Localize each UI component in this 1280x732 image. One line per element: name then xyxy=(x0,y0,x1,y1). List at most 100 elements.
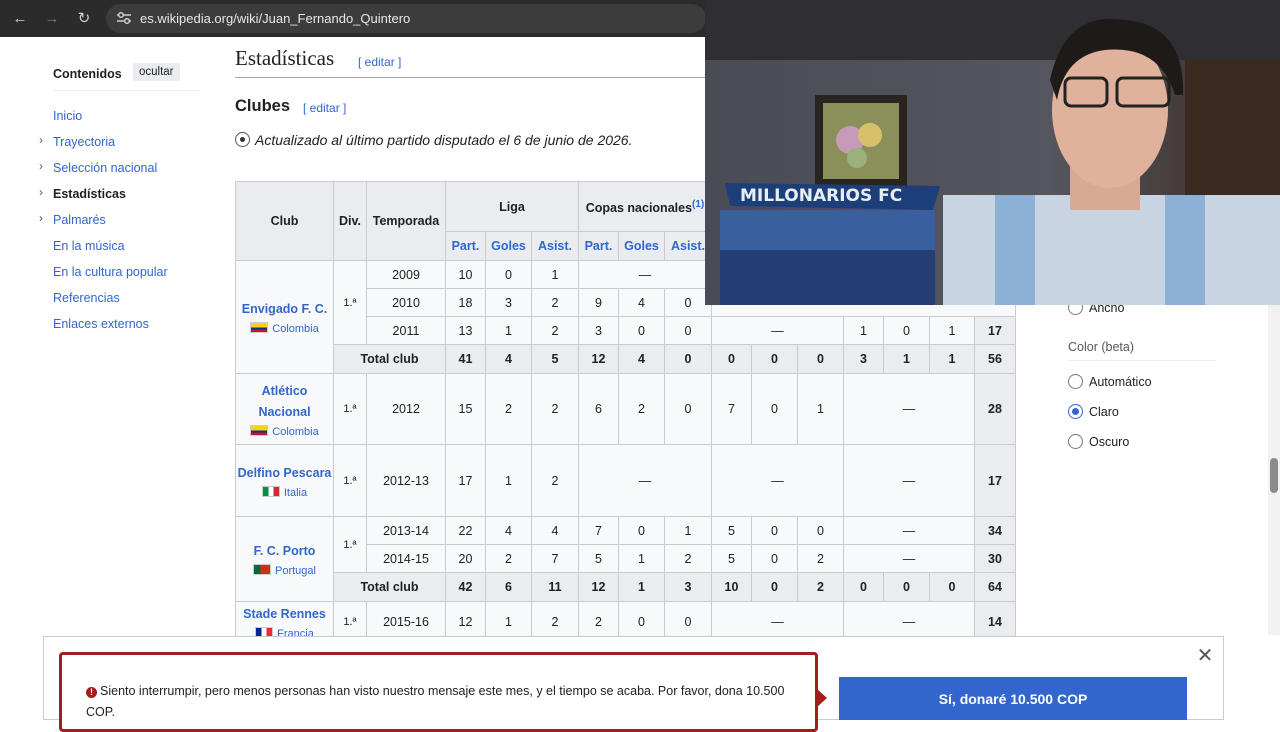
toc-item-en-la-cultura-popular[interactable]: En la cultura popular xyxy=(53,265,168,279)
close-icon[interactable]: ✕ xyxy=(1195,646,1215,666)
total-cell: 5 xyxy=(531,344,579,374)
chevron-right-icon[interactable]: › xyxy=(39,185,43,199)
club-name-link[interactable]: Delfino Pescara xyxy=(236,463,333,484)
toc-item-en-la-música[interactable]: En la música xyxy=(53,239,125,253)
toc-title: Contenidos xyxy=(53,67,122,81)
table-cell: 17 xyxy=(974,316,1016,345)
total-label: Total club xyxy=(333,572,446,602)
forward-icon[interactable]: → xyxy=(41,8,63,30)
table-of-contents: Contenidos ocultar Inicio › Trayectoria › Se… xyxy=(0,37,220,637)
club-cell: Delfino Pescara Italia xyxy=(235,444,334,517)
toc-hide-button[interactable]: ocultar xyxy=(133,63,180,81)
address-bar[interactable]: es.wikipedia.org/wiki/Juan_Fernando_Quin… xyxy=(106,4,706,33)
table-cell: 28 xyxy=(974,373,1016,445)
country-link[interactable]: Colombia xyxy=(272,323,318,335)
flag-icon xyxy=(250,322,269,333)
table-cell: 0 xyxy=(664,373,712,445)
subheader-0: Part. xyxy=(445,231,486,261)
total-row: Total club 42 6 11 12 1 3 10 0 2 0 0 0 64 xyxy=(236,572,1016,602)
country-link[interactable]: Italia xyxy=(284,487,307,499)
total-cell: 0 xyxy=(751,572,798,602)
table-cell: 9 xyxy=(578,288,619,317)
table-cell: — xyxy=(843,444,975,517)
table-cell: 2 xyxy=(485,373,532,445)
site-settings-icon[interactable] xyxy=(116,11,132,25)
subsection-edit-link[interactable]: [ editar ] xyxy=(303,101,346,115)
club-cell: F. C. Porto Portugal xyxy=(235,516,334,602)
table-cell: 1 xyxy=(664,516,712,545)
color-option-claro[interactable]: Claro xyxy=(1068,404,1119,419)
toc-item-inicio[interactable]: Inicio xyxy=(53,109,82,123)
total-cell: 1 xyxy=(883,344,930,374)
header-copas-note[interactable]: (1) xyxy=(692,199,704,210)
total-cell: 1 xyxy=(618,572,665,602)
club-name-link[interactable]: Envigado F. C. xyxy=(236,299,333,320)
donation-message-text: Siento interrumpir, pero menos personas … xyxy=(86,684,785,719)
country-link[interactable]: Portugal xyxy=(275,565,316,577)
total-cell: 12 xyxy=(578,572,619,602)
total-cell: 0 xyxy=(664,344,712,374)
division-link[interactable]: 1.ª xyxy=(333,260,367,345)
chevron-right-icon[interactable]: › xyxy=(39,133,43,147)
total-cell: 6 xyxy=(485,572,532,602)
club-cell: Atlético Nacional Colombia xyxy=(235,373,334,445)
section-divider xyxy=(235,77,705,78)
scrollbar-thumb[interactable] xyxy=(1270,458,1278,493)
toc-divider xyxy=(53,90,200,91)
back-icon[interactable]: ← xyxy=(9,8,31,30)
reload-icon[interactable]: ↻ xyxy=(73,8,95,30)
color-option-label: Claro xyxy=(1089,405,1119,419)
header-div: Div. xyxy=(333,181,367,261)
club-name-link[interactable]: F. C. Porto xyxy=(236,541,333,562)
table-cell: 1 xyxy=(929,316,975,345)
football-icon xyxy=(235,132,250,147)
total-cell: 11 xyxy=(531,572,579,602)
color-option-oscuro[interactable]: Oscuro xyxy=(1068,434,1129,449)
table-cell: — xyxy=(843,516,975,545)
section-edit-link[interactable]: [ editar ] xyxy=(358,55,401,69)
subsection-title: Clubes xyxy=(235,97,291,115)
table-cell: 7 xyxy=(531,544,579,573)
table-row: F. C. Porto Portugal 1.ª 2013-14 22 4 4 7 0 1 5 0 0—… xyxy=(235,516,1016,602)
table-row: Atlético Nacional Colombia 1.ª 2012 15 2 2 6 2 0 7… xyxy=(235,373,1016,445)
table-cell: 0 xyxy=(618,316,665,345)
country-link[interactable]: Colombia xyxy=(272,426,318,438)
toc-item-enlaces-externos[interactable]: Enlaces externos xyxy=(53,317,149,331)
color-option-automatico[interactable]: Automático xyxy=(1068,374,1152,389)
total-cell: 42 xyxy=(445,572,486,602)
radio-icon[interactable] xyxy=(1068,374,1083,389)
total-cell: 0 xyxy=(843,572,884,602)
total-cell: 4 xyxy=(485,344,532,374)
table-cell: 5 xyxy=(711,516,752,545)
toc-item-referencias[interactable]: Referencias xyxy=(53,291,120,305)
radio-icon[interactable] xyxy=(1068,434,1083,449)
chevron-right-icon[interactable]: › xyxy=(39,159,43,173)
chevron-right-icon[interactable]: › xyxy=(39,211,43,225)
division-link[interactable]: 1.ª xyxy=(333,444,367,517)
toc-item-palmarés[interactable]: Palmarés xyxy=(53,213,106,227)
table-cell: 0 xyxy=(485,260,532,289)
club-name-link[interactable]: Atlético Nacional xyxy=(236,381,333,423)
division-link[interactable]: 1.ª xyxy=(333,373,367,445)
donate-button[interactable]: Sí, donaré 10.500 COP xyxy=(839,677,1187,720)
total-cell: 12 xyxy=(578,344,619,374)
season-cell: 2014-15 xyxy=(366,544,446,573)
toc-item-trayectoria[interactable]: Trayectoria xyxy=(53,135,115,149)
flag-icon xyxy=(261,485,280,497)
table-cell: 17 xyxy=(974,444,1016,517)
table-cell: — xyxy=(578,444,712,517)
toc-item-selección-nacional[interactable]: Selección nacional xyxy=(53,161,157,175)
alert-icon: ! xyxy=(86,687,97,698)
division-link[interactable]: 1.ª xyxy=(333,516,367,573)
table-cell: 0 xyxy=(751,516,798,545)
total-cell: 4 xyxy=(618,344,665,374)
color-section-label: Color (beta) xyxy=(1068,340,1134,354)
table-cell: — xyxy=(711,444,844,517)
total-cell: 10 xyxy=(711,572,752,602)
club-name-link[interactable]: Stade Rennes xyxy=(236,604,333,625)
toc-item-estadísticas[interactable]: Estadísticas xyxy=(53,187,126,201)
table-cell: 7 xyxy=(711,373,752,445)
radio-icon[interactable] xyxy=(1068,404,1083,419)
table-cell: 2 xyxy=(531,444,579,517)
table-cell: 4 xyxy=(618,288,665,317)
